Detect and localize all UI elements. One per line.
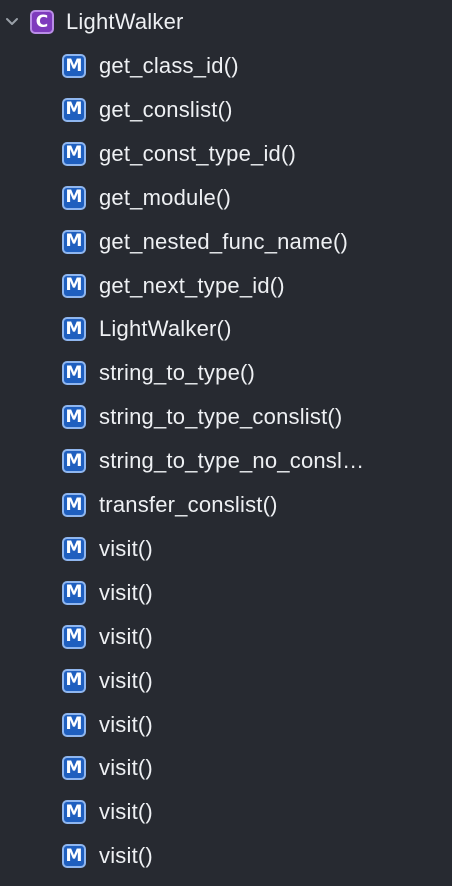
- method-badge-icon: M: [62, 624, 86, 649]
- method-name: get_conslist(): [99, 96, 233, 122]
- method-badge-icon: M: [62, 668, 86, 693]
- method-badge-icon: M: [62, 712, 86, 737]
- class-badge-icon: C: [30, 10, 54, 34]
- tree-item-method[interactable]: Mvisit(): [62, 792, 153, 832]
- tree-item-method[interactable]: Mget_module(): [62, 178, 231, 218]
- tree-item-method[interactable]: Mget_next_type_id(): [62, 266, 285, 306]
- method-badge-icon: M: [62, 54, 86, 78]
- method-name: string_to_type_conslist(): [99, 404, 343, 430]
- method-name: visit(): [99, 623, 153, 649]
- method-badge-icon: M: [62, 141, 86, 166]
- method-name: get_next_type_id(): [99, 272, 285, 298]
- method-badge-icon: M: [62, 756, 86, 781]
- method-badge-icon: M: [62, 493, 86, 517]
- method-badge-icon: M: [62, 229, 86, 254]
- method-badge-icon: M: [62, 800, 86, 825]
- tree-node-class[interactable]: C LightWalker: [0, 2, 184, 42]
- method-name: visit(): [99, 843, 153, 869]
- method-name: get_module(): [99, 184, 232, 210]
- tree-item-method[interactable]: M LightWalker(): [62, 309, 232, 349]
- tree-item-method[interactable]: Mstring_to_type_conslist(): [62, 397, 342, 437]
- tree-item-method[interactable]: Mget_conslist(): [62, 90, 233, 130]
- chevron-down-icon[interactable]: [4, 14, 20, 30]
- method-name: visit(): [99, 535, 153, 561]
- tree-item-method[interactable]: Mvisit(): [62, 617, 153, 657]
- method-badge-icon: M: [62, 536, 86, 561]
- method-name: visit(): [99, 667, 153, 693]
- method-name: visit(): [99, 579, 153, 605]
- method-badge-icon: M: [62, 97, 86, 122]
- tree-item-method[interactable]: Mvisit(): [62, 705, 153, 745]
- tree-item-method[interactable]: Mvisit(): [62, 661, 153, 701]
- method-name: LightWalker(): [99, 316, 232, 342]
- method-badge-icon: M: [62, 361, 86, 386]
- tree-item-method[interactable]: Mget_class_id(): [62, 46, 239, 86]
- tree-item-method[interactable]: Mvisit(): [62, 748, 153, 788]
- tree-item-method[interactable]: Mget_nested_func_name(): [62, 222, 348, 262]
- tree-item-method[interactable]: Mget_const_type_id(): [62, 134, 296, 174]
- method-badge-icon: M: [62, 405, 86, 430]
- tree-item-method[interactable]: Mvisit(): [62, 573, 153, 613]
- tree-item-method[interactable]: Mtransfer_conslist(): [62, 485, 278, 525]
- tree-item-method[interactable]: Mstring_to_type(): [62, 353, 255, 393]
- method-badge-icon: M: [62, 317, 86, 342]
- method-name: string_to_type_no_consl…: [99, 448, 365, 474]
- method-badge-icon: M: [62, 185, 86, 210]
- method-name: visit(): [99, 755, 153, 781]
- method-name: transfer_conslist(): [99, 492, 278, 517]
- method-name: visit(): [99, 799, 153, 825]
- tree-item-method[interactable]: Mvisit(): [62, 836, 153, 876]
- method-name: get_class_id(): [99, 53, 239, 78]
- method-name: get_nested_func_name(): [99, 228, 349, 254]
- method-badge-icon: M: [62, 844, 86, 869]
- tree-item-method[interactable]: Mvisit(): [62, 529, 153, 569]
- method-badge-icon: M: [62, 580, 86, 605]
- symbol-tree: C LightWalker Mget_class_id() Mget_consli…: [0, 0, 452, 886]
- method-name: visit(): [99, 711, 153, 737]
- class-name: LightWalker: [66, 9, 184, 34]
- method-name: get_const_type_id(): [99, 140, 297, 166]
- method-badge-icon: M: [62, 449, 86, 474]
- tree-item-method[interactable]: Mstring_to_type_no_consl…: [62, 441, 364, 481]
- method-name: string_to_type(): [99, 360, 256, 386]
- method-badge-icon: M: [62, 273, 86, 298]
